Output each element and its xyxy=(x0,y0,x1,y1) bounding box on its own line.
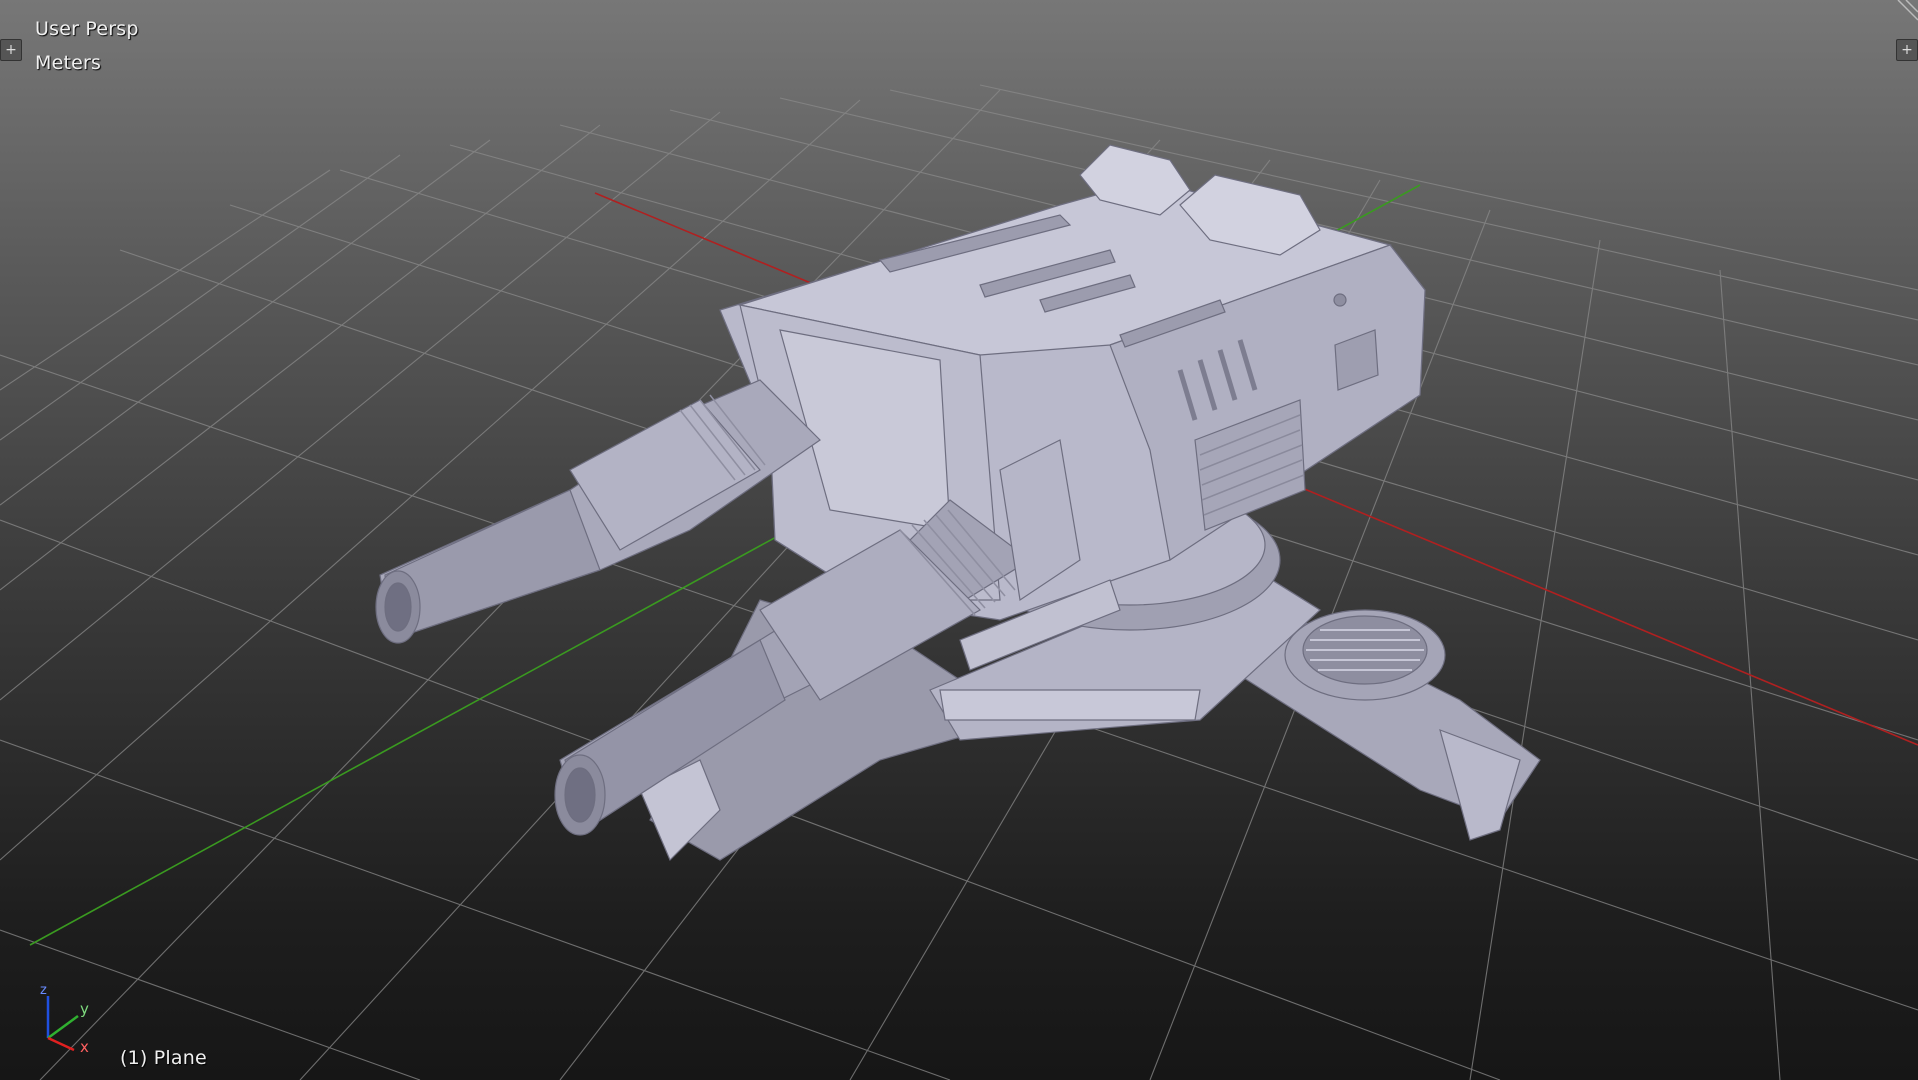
split-area-plus-icon[interactable]: + xyxy=(0,39,22,61)
corner-hatch-icon[interactable] xyxy=(1892,0,1918,26)
scene-canvas[interactable] xyxy=(0,0,1918,1080)
axis-z-label: z xyxy=(40,983,47,998)
turret-model xyxy=(375,144,1541,862)
view-name-label: User Persp xyxy=(35,18,139,40)
axis-x-label: x xyxy=(80,1038,89,1052)
units-label: Meters xyxy=(35,52,102,74)
3d-viewport[interactable]: User Persp Meters (1) Plane + + y x z xyxy=(0,0,1918,1080)
axis-gizmo-icon: y x z xyxy=(40,983,89,1052)
axis-y-label: y xyxy=(80,1000,89,1018)
split-area-plus-icon[interactable]: + xyxy=(1896,39,1918,61)
active-object-label: (1) Plane xyxy=(120,1047,207,1069)
